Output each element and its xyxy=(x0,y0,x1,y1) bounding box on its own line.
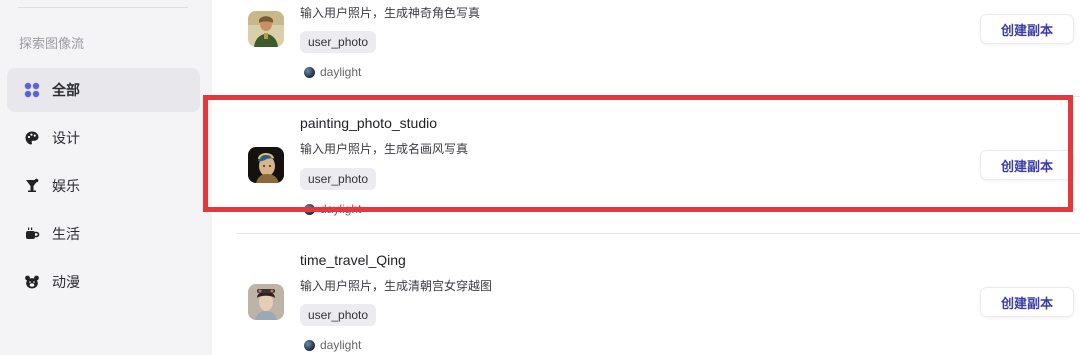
workflow-thumbnail xyxy=(248,147,284,183)
sidebar-item-all[interactable]: 全部 xyxy=(7,68,200,112)
workflow-title: time_travel_Qing xyxy=(300,252,406,268)
row-divider xyxy=(236,96,1080,97)
workflow-model: daylight xyxy=(304,202,361,216)
sidebar-item-label: 动漫 xyxy=(52,274,80,290)
workflow-model-name: daylight xyxy=(320,65,362,79)
workflow-description: 输入用户照片，生成清朝宫女穿越图 xyxy=(300,279,493,293)
workflow-tag: user_photo xyxy=(300,31,377,53)
workflow-tag: user_photo xyxy=(300,304,377,326)
sidebar-item-label: 设计 xyxy=(52,130,80,146)
bear-icon xyxy=(24,274,40,290)
workflow-title: painting_photo_studio xyxy=(300,115,438,131)
create-copy-button[interactable]: 创建副本 xyxy=(980,14,1074,44)
workflow-model: daylight xyxy=(304,65,361,79)
model-logo-icon xyxy=(304,339,315,351)
model-logo-icon xyxy=(304,203,315,215)
row-divider xyxy=(236,233,1080,234)
create-copy-button[interactable]: 创建副本 xyxy=(980,150,1074,180)
workflow-model-name: daylight xyxy=(320,202,362,216)
workflow-tag: user_photo xyxy=(300,168,377,190)
workflow-description: 输入用户照片，生成名画风写真 xyxy=(300,142,469,156)
coffee-cup-icon xyxy=(24,226,40,242)
sidebar-item-entertainment[interactable]: 娱乐 xyxy=(7,164,200,208)
workflow-model: daylight xyxy=(304,338,361,352)
sidebar-item-anime[interactable]: 动漫 xyxy=(7,260,200,304)
workflow-description: 输入用户照片，生成神奇角色写真 xyxy=(300,6,481,20)
sidebar-item-life[interactable]: 生活 xyxy=(7,212,200,256)
workflow-thumbnail xyxy=(248,11,284,47)
sidebar-item-label: 生活 xyxy=(52,226,80,242)
palette-icon xyxy=(24,130,40,146)
workflow-model-name: daylight xyxy=(320,338,362,352)
sidebar-divider xyxy=(18,7,188,8)
sidebar-section-label: 探索图像流 xyxy=(19,36,85,51)
create-copy-button[interactable]: 创建副本 xyxy=(980,287,1074,317)
model-logo-icon xyxy=(304,66,315,78)
sidebar-item-design[interactable]: 设计 xyxy=(7,116,200,160)
sidebar-item-label: 娱乐 xyxy=(52,178,80,194)
sidebar-item-label: 全部 xyxy=(52,82,80,98)
workflow-list: 输入用户照片，生成神奇角色写真 user_photo daylight 创建副本… xyxy=(212,0,1080,355)
grid-icon xyxy=(24,82,40,98)
cocktail-icon xyxy=(24,178,40,194)
sidebar: 探索图像流 全部 设计 娱乐 生活 动漫 xyxy=(0,0,212,355)
workflow-thumbnail xyxy=(248,284,284,320)
